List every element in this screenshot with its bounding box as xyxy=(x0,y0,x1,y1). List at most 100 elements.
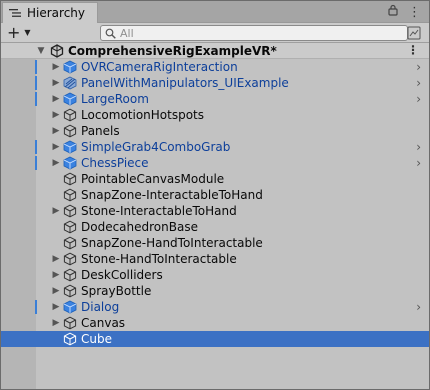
foldout-arrow-icon[interactable]: ▶ xyxy=(51,142,61,152)
foldout-arrow-icon[interactable]: ▶ xyxy=(51,62,61,72)
lock-icon[interactable] xyxy=(388,4,398,21)
prefab-cube-icon xyxy=(63,92,77,106)
tree-item-label: SnapZone-HandToInteractable xyxy=(81,236,263,250)
prefab-cube-icon xyxy=(63,300,77,314)
tree-item[interactable]: ▶ SprayBottle xyxy=(1,283,429,299)
tree-item[interactable]: DodecahedronBase xyxy=(1,219,429,235)
gameobject-cube-icon xyxy=(63,204,77,218)
gameobject-cube-icon xyxy=(63,332,77,346)
open-prefab-chevron-icon[interactable]: › xyxy=(416,140,421,154)
tree-item[interactable]: ▶ OVRCameraRigInteraction › xyxy=(1,59,429,75)
prefab-override-marker xyxy=(35,300,37,314)
tree-item-label: DodecahedronBase xyxy=(81,220,198,234)
tree-item[interactable]: ▶ DeskColliders xyxy=(1,267,429,283)
foldout-arrow-icon[interactable]: ▶ xyxy=(51,318,61,328)
tree-item-label: OVRCameraRigInteraction xyxy=(81,60,238,74)
tree-item-label: Stone-HandToInteractable xyxy=(81,252,237,266)
foldout-arrow-icon[interactable]: ▶ xyxy=(51,206,61,216)
foldout-arrow-icon[interactable]: ▶ xyxy=(51,302,61,312)
gameobject-cube-icon xyxy=(63,284,77,298)
open-prefab-chevron-icon[interactable]: › xyxy=(416,76,421,90)
prefab-override-marker xyxy=(35,76,37,90)
tree-item[interactable]: ▶ Panels xyxy=(1,123,429,139)
tree-item[interactable]: ▶ Canvas xyxy=(1,315,429,331)
tab-title: Hierarchy xyxy=(27,6,86,20)
tree-item-label: LargeRoom xyxy=(81,92,149,106)
scene-row[interactable]: ▼ ComprehensiveRigExampleVR* ⋮ xyxy=(1,43,429,59)
search-field[interactable] xyxy=(100,25,408,41)
tree-item-label: PanelWithManipulators_UIExample xyxy=(81,76,289,90)
foldout-arrow-icon[interactable]: ▶ xyxy=(51,126,61,136)
tree-item[interactable]: SnapZone-InteractableToHand xyxy=(1,187,429,203)
tree-item-label: Panels xyxy=(81,124,120,138)
search-icon xyxy=(105,28,116,39)
prefab-override-marker xyxy=(35,60,37,74)
scene-menu-icon[interactable]: ⋮ xyxy=(407,43,419,57)
gameobject-cube-icon xyxy=(63,188,77,202)
tree-item[interactable]: ▶ ChessPiece › xyxy=(1,155,429,171)
tree-item[interactable]: ▶ LargeRoom › xyxy=(1,91,429,107)
tree-item[interactable]: Cube xyxy=(1,331,429,347)
prefab-override-marker xyxy=(35,140,37,154)
tree-item[interactable]: ▶ LocomotionHotspots xyxy=(1,107,429,123)
scene-visibility-icon[interactable] xyxy=(407,26,421,40)
gameobject-cube-icon xyxy=(63,252,77,266)
gameobject-cube-icon xyxy=(63,108,77,122)
gameobject-cube-icon xyxy=(63,172,77,186)
tree-item-label: ChessPiece xyxy=(81,156,149,170)
tree-item-label: Stone-InteractableToHand xyxy=(81,204,237,218)
tree-item[interactable]: PointableCanvasModule xyxy=(1,171,429,187)
tree-item-label: SnapZone-InteractableToHand xyxy=(81,188,263,202)
foldout-arrow-icon[interactable]: ▶ xyxy=(51,158,61,168)
gameobject-cube-icon xyxy=(63,124,77,138)
tree-item[interactable]: ▶ Stone-HandToInteractable xyxy=(1,251,429,267)
gameobject-cube-icon xyxy=(63,220,77,234)
chevron-down-icon[interactable]: ▼ xyxy=(36,46,46,56)
prefab-cube-icon xyxy=(63,60,77,74)
prefab-cube-icon xyxy=(63,156,77,170)
unity-scene-icon xyxy=(50,44,64,58)
hierarchy-tree: ▼ ComprehensiveRigExampleVR* ⋮ ▶ OVRCamer… xyxy=(1,43,429,389)
create-dropdown-button[interactable]: + ▼ xyxy=(7,23,31,42)
tree-item-label: LocomotionHotspots xyxy=(81,108,205,122)
gameobject-cube-icon xyxy=(63,236,77,250)
open-prefab-chevron-icon[interactable]: › xyxy=(416,156,421,170)
foldout-arrow-icon[interactable]: ▶ xyxy=(51,254,61,264)
prefab-override-marker xyxy=(35,156,37,170)
tree-item-label: PointableCanvasModule xyxy=(81,172,225,186)
tree-item[interactable]: ▶ SimpleGrab4ComboGrab › xyxy=(1,139,429,155)
tab-hierarchy[interactable]: Hierarchy xyxy=(2,2,98,23)
open-prefab-chevron-icon[interactable]: › xyxy=(416,60,421,74)
prefab-override-marker xyxy=(35,92,37,106)
foldout-arrow-icon[interactable]: ▶ xyxy=(51,286,61,296)
open-prefab-chevron-icon[interactable]: › xyxy=(416,300,421,314)
search-input[interactable] xyxy=(120,26,380,40)
tree-item[interactable]: ▶ Dialog › xyxy=(1,299,429,315)
hierarchy-window: Hierarchy ⋮ + ▼ ▼ xyxy=(0,0,430,390)
tree-item[interactable]: ▶ PanelWithManipulators_UIExample › xyxy=(1,75,429,91)
window-menu-icon[interactable]: ⋮ xyxy=(408,5,421,21)
tree-item-label: SprayBottle xyxy=(81,284,152,298)
hierarchy-list-icon xyxy=(9,9,21,17)
foldout-arrow-icon[interactable]: ▶ xyxy=(51,78,61,88)
tree-item[interactable]: ▶ Stone-InteractableToHand xyxy=(1,203,429,219)
foldout-arrow-icon[interactable]: ▶ xyxy=(51,94,61,104)
gameobject-cube-icon xyxy=(63,316,77,330)
foldout-arrow-icon[interactable]: ▶ xyxy=(51,270,61,280)
chevron-down-icon: ▼ xyxy=(24,28,31,37)
tree-item[interactable]: SnapZone-HandToInteractable xyxy=(1,235,429,251)
hierarchy-toolbar: + ▼ xyxy=(1,23,429,43)
tab-bar: Hierarchy ⋮ xyxy=(1,1,429,23)
prefab-variant-icon xyxy=(63,76,77,90)
plus-icon: + xyxy=(7,23,21,42)
open-prefab-chevron-icon[interactable]: › xyxy=(416,92,421,106)
scene-name: ComprehensiveRigExampleVR* xyxy=(68,44,277,58)
tree-item-label: Canvas xyxy=(81,316,126,330)
foldout-arrow-icon[interactable]: ▶ xyxy=(51,110,61,120)
prefab-cube-icon xyxy=(63,140,77,154)
tree-item-label: Dialog xyxy=(81,300,120,314)
tree-item-label: SimpleGrab4ComboGrab xyxy=(81,140,231,154)
gameobject-cube-icon xyxy=(63,268,77,282)
tree-item-label: DeskColliders xyxy=(81,268,163,282)
tree-item-label: Cube xyxy=(81,332,112,346)
